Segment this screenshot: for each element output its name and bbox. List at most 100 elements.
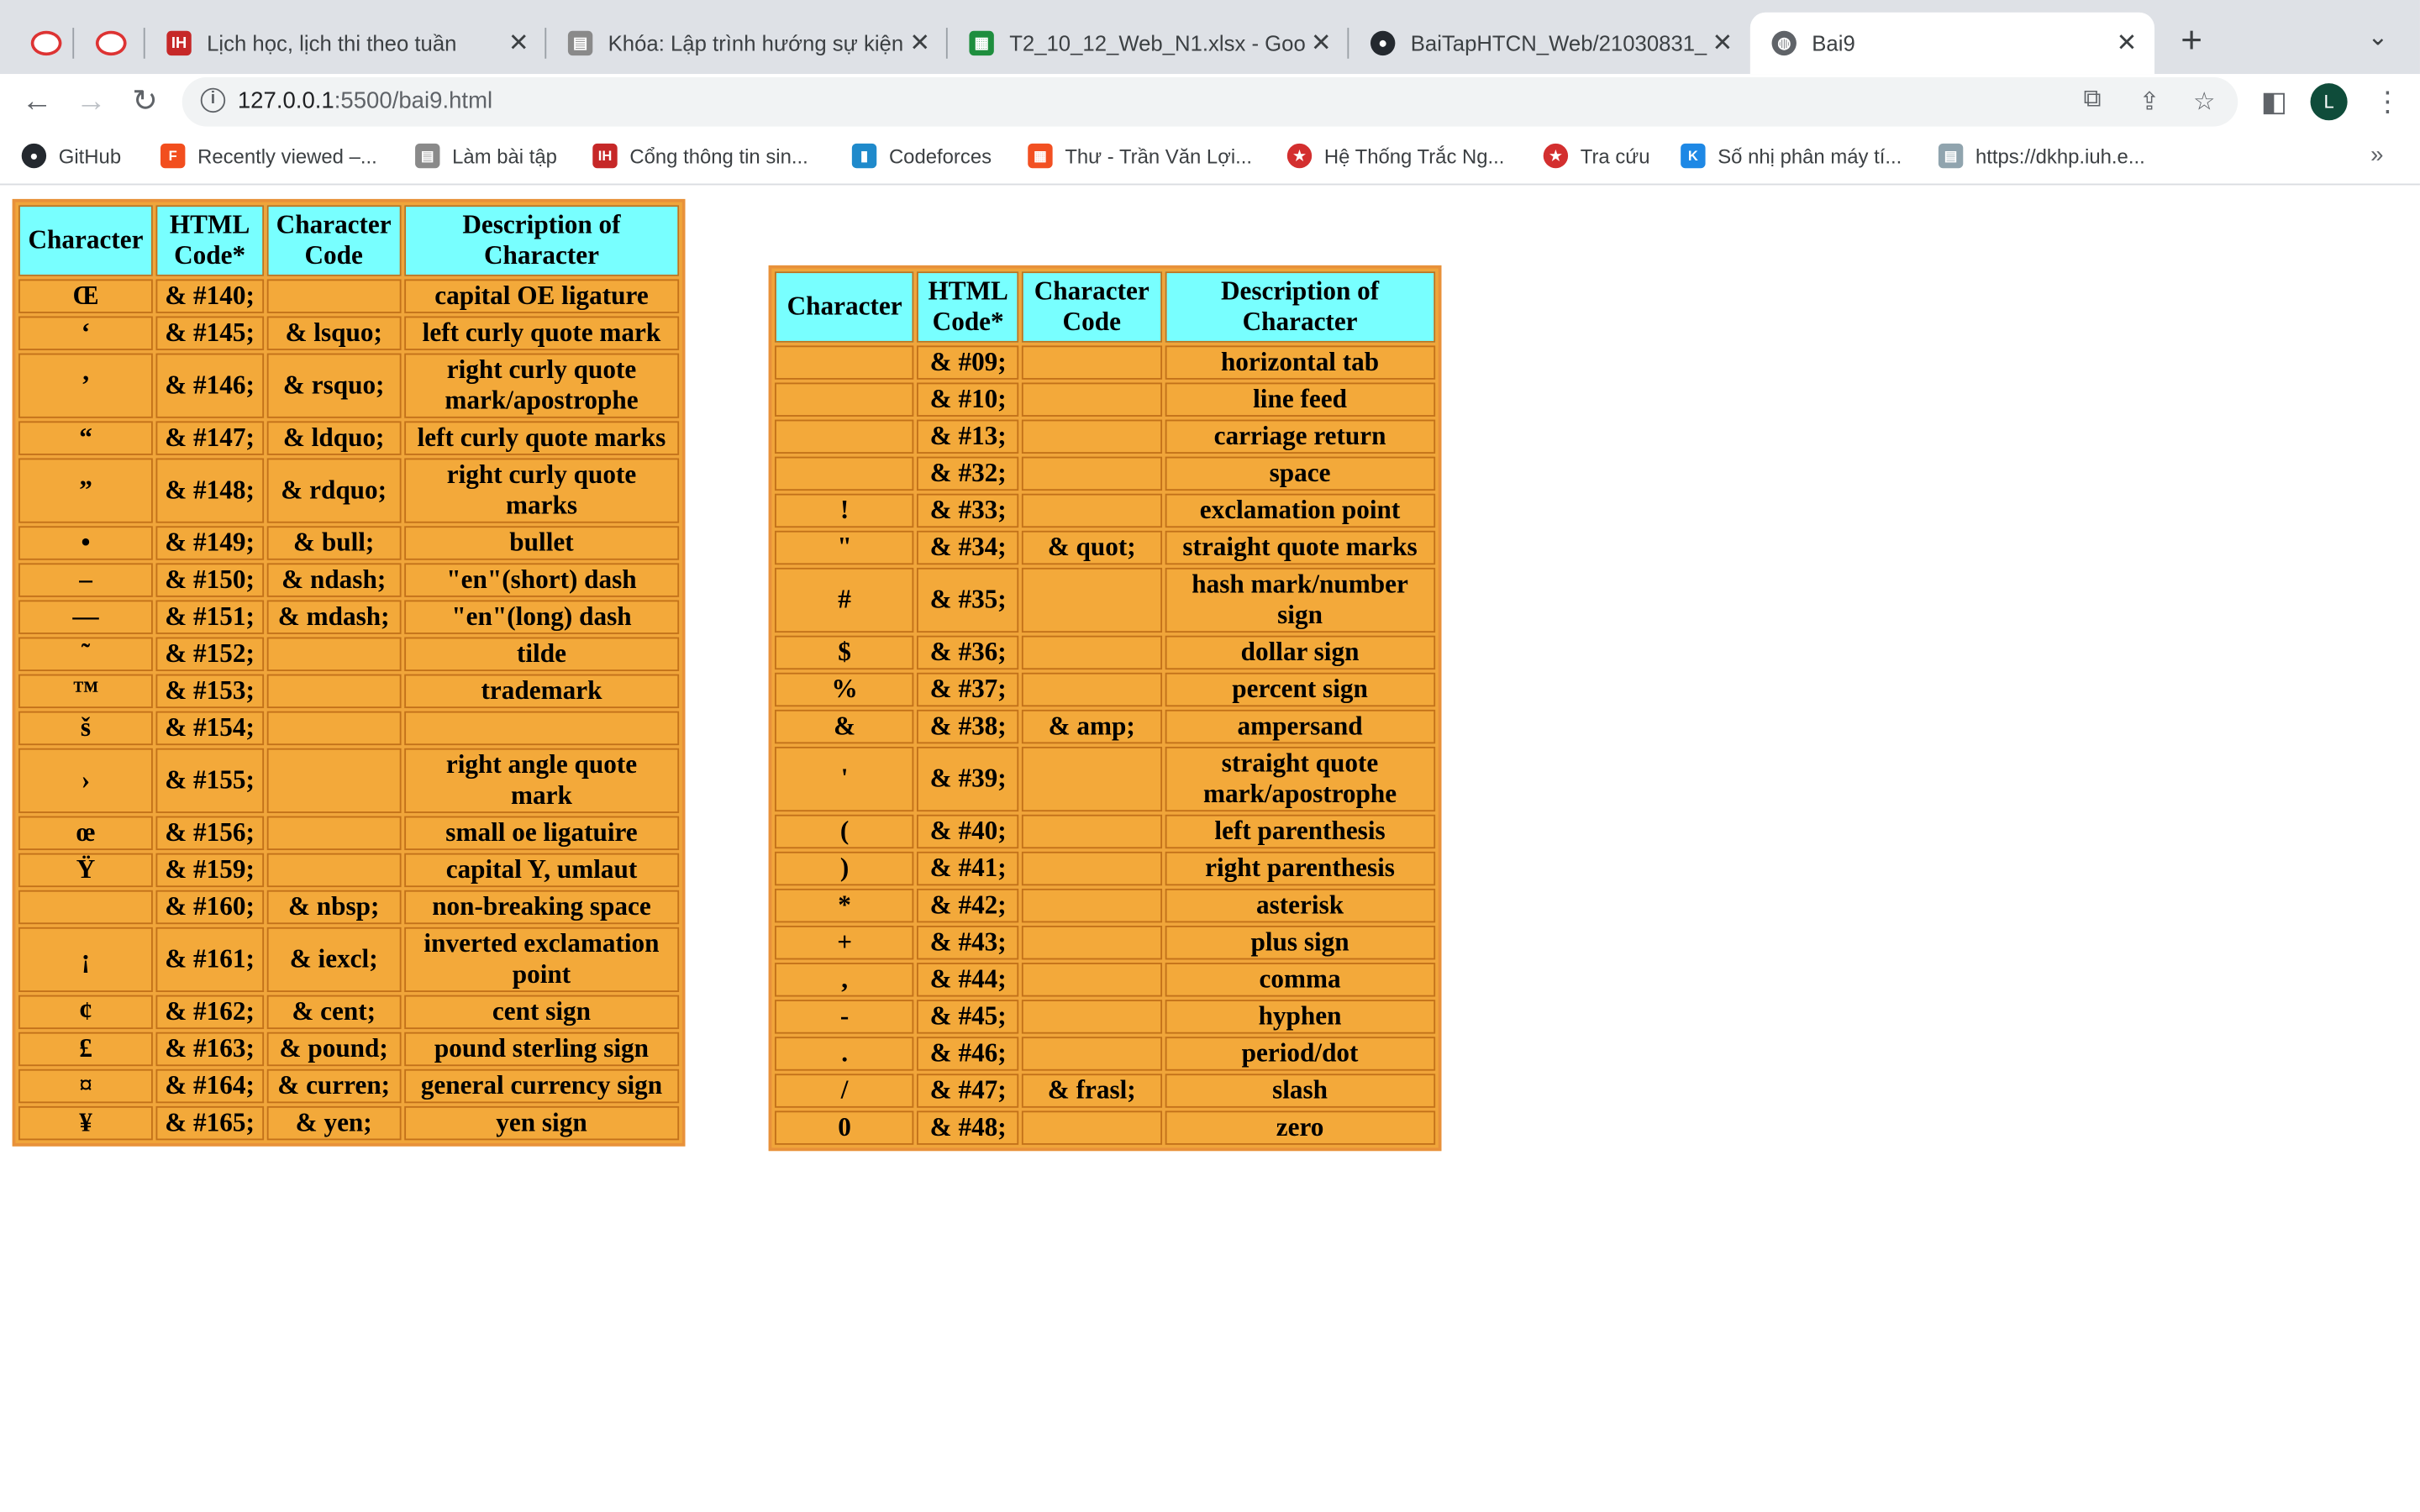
cell-html-code: & #147; [155, 421, 264, 455]
cell-html-code: & #154; [155, 711, 264, 746]
bookmark-he-thong[interactable]: ★ Hệ Thống Trắc Ng... [1286, 143, 1504, 169]
table-row: ' & #39; straight quote mark/apostrophe [775, 746, 1436, 812]
cell-character-code [1022, 672, 1162, 707]
bookmark-cong-thong-tin[interactable]: IH Cổng thông tin sin... [592, 143, 808, 169]
cell-html-code: & #165; [155, 1105, 264, 1141]
cell-character-code [1022, 746, 1162, 812]
cell-html-code: & #152; [155, 637, 264, 671]
tab-bai9-active[interactable]: ◍ Bai9 ✕ [1749, 12, 2155, 75]
badge-icon: ★ [1286, 143, 1313, 169]
bookmark-figma[interactable]: F Recently viewed –... [160, 143, 377, 169]
bookmark-star-icon[interactable]: ☆ [2193, 87, 2215, 118]
close-icon[interactable]: ✕ [503, 28, 534, 59]
chevron-down-icon[interactable]: ⌄ [2367, 22, 2388, 53]
table-row: * & #42; asterisk [775, 888, 1436, 923]
close-icon[interactable]: ✕ [904, 28, 935, 59]
iuh-logo-icon: IH [166, 30, 192, 56]
cell-description: hash mark/number sign [1164, 567, 1436, 633]
cell-html-code: & #46; [917, 1037, 1019, 1071]
back-arrow-icon[interactable]: ← [15, 81, 58, 123]
bookmark-github[interactable]: ● GitHub [21, 143, 121, 169]
bookmark-label: Tra cứu [1580, 144, 1650, 168]
table-row: + & #43; plus sign [775, 926, 1436, 960]
cell-description: exclamation point [1164, 493, 1436, 528]
table-row: ’ & #146; & rsquo; right curly quote mark/ap… [18, 353, 680, 418]
cell-description: dollar sign [1164, 635, 1436, 670]
k-icon: K [1681, 143, 1706, 169]
cell-description: bullet [403, 526, 680, 560]
table-row: Œ & #140; capital OE ligature [18, 279, 680, 313]
cell-character: $ [775, 635, 915, 670]
cell-description: "en"(long) dash [403, 600, 680, 634]
tab-sheets[interactable]: ▦ T2_10_12_Web_N1.xlsx - Goog ✕ [948, 13, 1349, 74]
table-row: - & #45; hyphen [775, 1000, 1436, 1034]
chevron-right-icon[interactable]: » [2370, 142, 2383, 168]
bookmark-lam-bai-tap[interactable]: ▤ Làm bài tập [415, 143, 557, 169]
more-menu-icon[interactable]: ⋮ [2374, 87, 2402, 119]
cell-character-code: & nbsp; [266, 890, 402, 925]
translate-icon[interactable]: ⧉ [2084, 87, 2102, 114]
bookmark-tra-cuu[interactable]: ★ Tra cứu [1543, 143, 1650, 169]
new-tab-button[interactable]: + [2171, 21, 2212, 62]
cell-html-code: & #151; [155, 600, 264, 634]
cell-description: left parenthesis [1164, 814, 1436, 849]
bookmark-label: Cổng thông tin sin... [629, 144, 808, 168]
cell-character-code [266, 748, 402, 813]
url-text[interactable]: 127.0.0.1:5500/bai9.html [238, 88, 492, 114]
bookmark-so-nhi-phan[interactable]: K Số nhị phân máy tí... [1681, 143, 1902, 169]
tab-title: Bai9 [1812, 30, 1855, 56]
entity-table-left: Character HTML Code* Character Code Descri… [12, 198, 686, 1147]
cell-character-code: & curren; [266, 1068, 402, 1104]
tab-title: Lịch học, lịch thi theo tuần [207, 30, 457, 56]
url-path: :5500/bai9.html [334, 87, 493, 114]
cell-character: ! [775, 493, 915, 528]
cell-character-code: & iexcl; [266, 927, 402, 992]
cell-character-code [266, 637, 402, 671]
bookmark-dkhp[interactable]: ▤ https://dkhp.iuh.e... [1938, 143, 2145, 169]
close-icon[interactable]: ✕ [1707, 28, 1738, 59]
table-header-row: Character HTML Code* Character Code Descri… [775, 271, 1436, 343]
tab-pinned-2[interactable] [74, 13, 145, 74]
cell-description: slash [1164, 1074, 1436, 1108]
cell-character [775, 382, 915, 417]
cell-html-code: & #43; [917, 926, 1019, 960]
tab-github[interactable]: ● BaiTapHTCN_Web/21030831_T ✕ [1349, 13, 1750, 74]
cell-html-code: & #42; [917, 888, 1019, 923]
cell-description: carriage return [1164, 419, 1436, 454]
table-row: & & #38; & amp; ampersand [775, 709, 1436, 744]
cell-character: / [775, 1074, 915, 1108]
bookmark-thu[interactable]: ▦ Thư - Trần Văn Lợi... [1028, 143, 1252, 169]
cell-character-code: & rdquo; [266, 458, 402, 523]
iuh-logo-icon: IH [592, 143, 618, 169]
cell-description: space [1164, 456, 1436, 491]
share-icon[interactable]: ⇪ [2139, 87, 2160, 118]
tab-pinned-1[interactable] [9, 13, 75, 74]
cell-description: "en"(short) dash [403, 563, 680, 597]
cell-description: hyphen [1164, 1000, 1436, 1034]
table-row: Ÿ & #159; capital Y, umlaut [18, 853, 680, 888]
bookmark-codeforces[interactable]: ▮ Codeforces [851, 143, 992, 169]
tab-title: Khóa: Lập trình hướng sự kiện v [608, 30, 905, 56]
table-row: ¥ & #165; & yen; yen sign [18, 1105, 680, 1141]
table-row: , & #44; comma [775, 963, 1436, 997]
tab-lich-hoc[interactable]: IH Lịch học, lịch thi theo tuần ✕ [145, 13, 547, 74]
side-panel-icon[interactable]: ◧ [2261, 87, 2287, 119]
cell-description: capital OE ligature [403, 279, 680, 313]
cell-character-code: & frasl; [1022, 1074, 1162, 1108]
table-row: # & #35; hash mark/number sign [775, 567, 1436, 633]
cell-character-code [1022, 635, 1162, 670]
forward-arrow-icon[interactable]: → [70, 81, 113, 123]
address-bar[interactable]: i 127.0.0.1:5500/bai9.html ⧉ ⇪ ☆ [182, 76, 2238, 127]
reload-icon[interactable]: ↻ [124, 81, 166, 123]
tab-khoa[interactable]: ▤ Khóa: Lập trình hướng sự kiện v ✕ [546, 13, 948, 74]
cell-character-code: & amp; [1022, 709, 1162, 744]
cell-description: inverted exclamation point [403, 927, 680, 992]
cell-character-code [266, 711, 402, 746]
close-icon[interactable]: ✕ [2112, 28, 2143, 59]
close-icon[interactable]: ✕ [1306, 28, 1337, 59]
table-row: ! & #33; exclamation point [775, 493, 1436, 528]
course-icon: ▤ [567, 30, 593, 56]
avatar[interactable]: L [2310, 83, 2348, 121]
info-icon[interactable]: i [200, 87, 226, 113]
table-row: & #10; line feed [775, 382, 1436, 417]
